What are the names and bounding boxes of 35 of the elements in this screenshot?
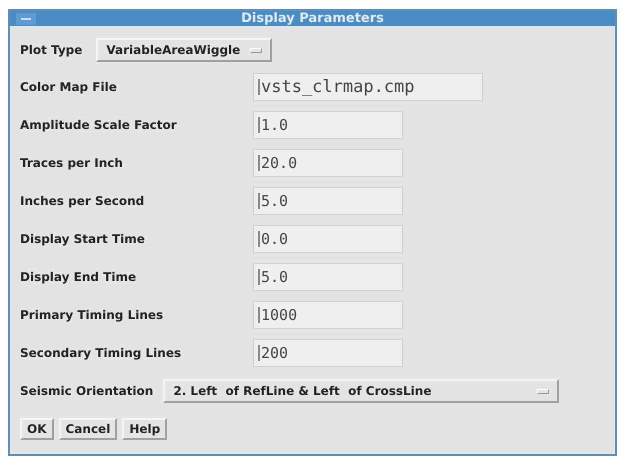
field-label: Traces per Inch <box>20 156 124 170</box>
plot-type-dropdown[interactable]: VariableAreaWiggle <box>96 38 272 62</box>
field-label: Amplitude Scale Factor <box>20 118 178 132</box>
caret-icon <box>537 388 550 394</box>
orientation-dropdown[interactable]: 2. Left of RefLine & Left of CrossLine <box>163 379 560 403</box>
text-cursor-icon <box>258 193 260 209</box>
field-label: Color Map File <box>20 80 118 94</box>
input-field[interactable]: 1000 <box>253 301 403 329</box>
text-cursor-icon <box>258 155 260 171</box>
text-cursor-icon <box>258 79 260 95</box>
field-label: Display End Time <box>20 270 138 284</box>
text-cursor-icon <box>258 345 260 361</box>
dialog-button[interactable]: Help <box>122 418 168 440</box>
input-field[interactable]: 200 <box>253 339 403 367</box>
field-label: Display Start Time <box>20 232 146 246</box>
input-field[interactable]: 1.0 <box>253 111 403 139</box>
input-field[interactable]: 5.0 <box>253 187 403 215</box>
text-cursor-icon <box>258 307 260 323</box>
dialog-button[interactable]: Cancel <box>58 418 118 440</box>
input-field[interactable]: 20.0 <box>253 149 403 177</box>
field-label: Primary Timing Lines <box>20 308 164 322</box>
text-cursor-icon <box>258 231 260 247</box>
window-menu-icon[interactable] <box>16 12 36 24</box>
field-label: Inches per Second <box>20 194 146 208</box>
text-cursor-icon <box>258 117 260 133</box>
window-title: Display Parameters <box>240 11 385 26</box>
field-label: Secondary Timing Lines <box>20 346 182 360</box>
text-cursor-icon <box>258 269 260 285</box>
field-label: Seismic Orientation <box>20 384 154 398</box>
caret-icon <box>250 48 262 52</box>
input-field[interactable]: 5.0 <box>253 263 403 291</box>
dialog-button[interactable]: OK <box>20 418 54 440</box>
input-field[interactable]: 0.0 <box>253 225 403 253</box>
input-field[interactable]: vsts_clrmap.cmp <box>253 73 483 101</box>
field-label: Plot Type <box>20 43 82 57</box>
